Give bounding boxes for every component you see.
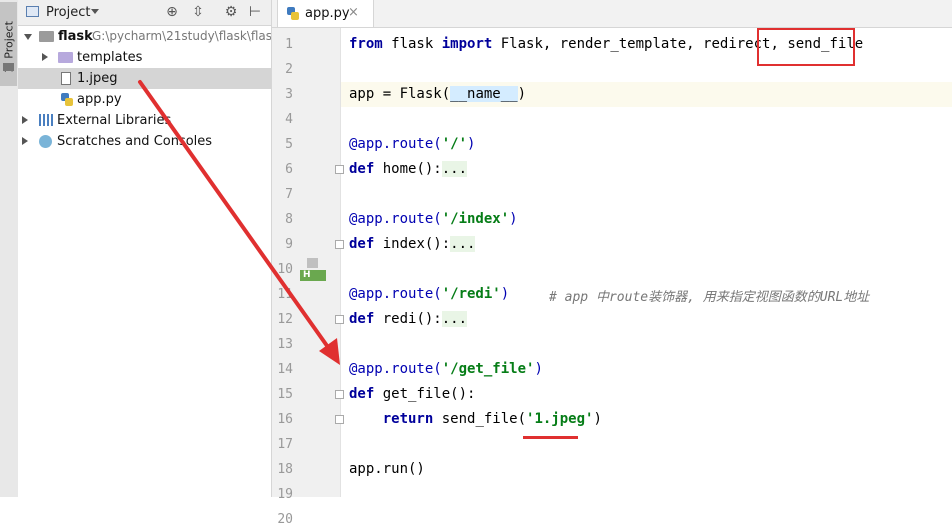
- line-number: 8: [285, 212, 293, 227]
- line-number: 20: [277, 512, 293, 527]
- target-icon[interactable]: ⊕: [164, 4, 180, 20]
- code-comment: # app 中route装饰器, 用来指定视图函数的URL地址: [549, 290, 870, 305]
- line-number: 14: [277, 362, 293, 377]
- line-number: 11: [277, 287, 293, 302]
- tree-item-scratches[interactable]: Scratches and Consoles: [18, 131, 271, 152]
- tree-item-label: templates: [77, 50, 143, 65]
- folder-icon: [3, 63, 14, 71]
- tree-item-app-py[interactable]: app.py: [18, 89, 271, 110]
- chevron-down-icon[interactable]: [91, 9, 99, 14]
- project-icon: [26, 6, 39, 17]
- chevron-right-icon[interactable]: [42, 53, 48, 61]
- line-number: 4: [285, 112, 293, 127]
- chevron-right-icon[interactable]: [22, 137, 28, 145]
- tree-item-label: flask: [58, 29, 93, 44]
- close-icon[interactable]: ×: [348, 5, 359, 20]
- code-line-5: @app.route('/'): [349, 136, 476, 152]
- project-path: G:\pycharm\21study\flask\flask: [92, 29, 272, 43]
- line-number: 2: [285, 62, 293, 77]
- line-number: 15: [277, 387, 293, 402]
- annotation-box: [757, 28, 855, 66]
- line-number: 10: [277, 262, 293, 277]
- project-tool-tab[interactable]: 1: Project: [0, 2, 17, 86]
- tree-item-label: External Libraries: [57, 113, 172, 128]
- line-number: 18: [277, 462, 293, 477]
- code-line-6: def home():...: [349, 161, 468, 177]
- tab-app-py[interactable]: app.py ×: [277, 0, 374, 27]
- line-number: 16: [277, 412, 293, 427]
- line-number: 5: [285, 137, 293, 152]
- scratches-icon: [39, 135, 52, 148]
- chevron-down-icon[interactable]: [24, 34, 32, 40]
- tree-item-label: Scratches and Consoles: [57, 134, 213, 149]
- chevron-right-icon[interactable]: [22, 116, 28, 124]
- python-file-icon: [287, 7, 299, 20]
- project-panel-title[interactable]: Project: [46, 5, 90, 20]
- tree-item-templates[interactable]: templates: [18, 47, 271, 68]
- line-number: 1: [285, 37, 293, 52]
- line-number: 17: [277, 437, 293, 452]
- annotation-underline: [523, 436, 578, 439]
- code-line-21: app.run(): [349, 461, 425, 477]
- project-panel-header: Project ⊕ ⇳ ⚙ ⊢: [18, 0, 271, 26]
- code-line-13: @app.route('/redi'): [349, 286, 510, 302]
- tree-item-flask[interactable]: flask G:\pycharm\21study\flask\flask: [18, 26, 271, 47]
- library-icon: [39, 114, 53, 126]
- code-line-9: @app.route('/index'): [349, 211, 518, 227]
- editor-tab-bar: app.py ×: [272, 0, 952, 28]
- gear-icon[interactable]: ⚙: [223, 4, 239, 20]
- code-line-14: def redi():...: [349, 311, 468, 327]
- folder-icon: [58, 52, 73, 63]
- line-number: 19: [277, 487, 293, 502]
- tool-window-strip: 1: Project: [0, 0, 19, 497]
- code-line-18: def get_file():: [349, 386, 476, 402]
- line-number: 3: [285, 87, 293, 102]
- folder-icon: [39, 31, 54, 42]
- tree-item-label: app.py: [77, 92, 122, 107]
- hide-icon[interactable]: ⊢: [247, 4, 263, 20]
- code-line-19: return send_file('1.jpeg'): [382, 411, 602, 427]
- tree-item-1jpeg[interactable]: 1.jpeg: [18, 68, 271, 89]
- line-number: 6: [285, 162, 293, 177]
- gutter-badge[interactable]: H: [300, 270, 326, 281]
- line-number: 12: [277, 312, 293, 327]
- line-number: 9: [285, 237, 293, 252]
- line-number: 13: [277, 337, 293, 352]
- tab-label: app.py: [305, 6, 350, 21]
- code-editor[interactable]: from flask import Flask, render_template…: [341, 28, 952, 497]
- tree-item-label: 1.jpeg: [77, 71, 118, 86]
- tree-item-external-libraries[interactable]: External Libraries: [18, 110, 271, 131]
- editor-gutter: 1 2 3 4 5 6 7 8 9 10 11 12 13 14 15 16 1…: [272, 28, 344, 527]
- collapse-icon[interactable]: ⇳: [190, 4, 206, 20]
- implementation-icon: [307, 258, 318, 268]
- image-file-icon: [61, 72, 71, 85]
- code-line-3: app = Flask(__name__): [349, 86, 527, 102]
- project-panel: Project ⊕ ⇳ ⚙ ⊢ flask G:\pycharm\21study…: [18, 0, 272, 497]
- line-number: 7: [285, 187, 293, 202]
- code-line-10: def index():...: [349, 236, 476, 252]
- python-file-icon: [61, 93, 73, 106]
- code-line-17: @app.route('/get_file'): [349, 361, 543, 377]
